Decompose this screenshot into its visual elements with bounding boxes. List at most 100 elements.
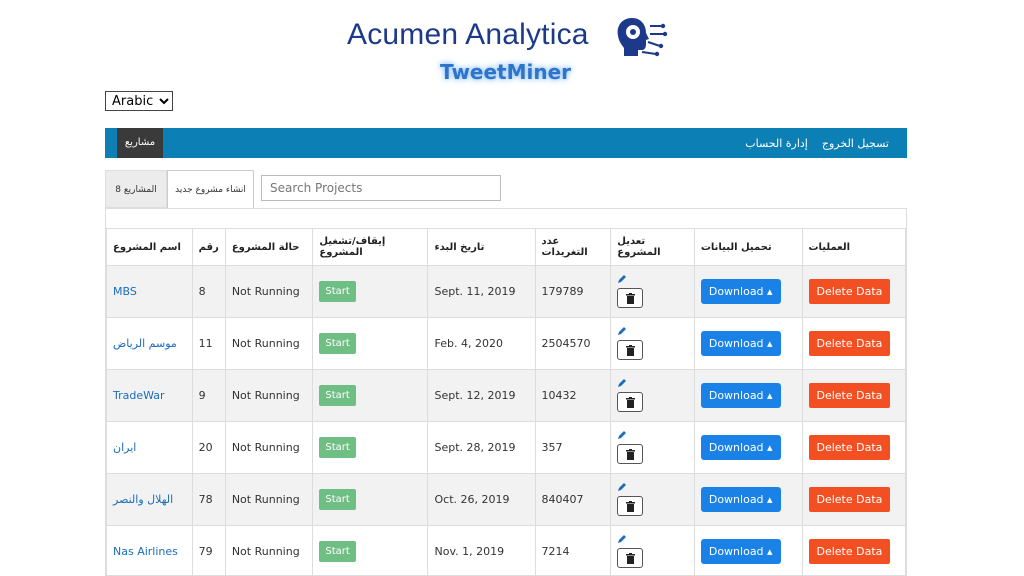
project-name-link[interactable]: Nas Airlines (113, 545, 178, 558)
search-input[interactable] (261, 175, 501, 201)
project-name-cell: MBS (106, 265, 193, 318)
project-status-cell: Not Running (224, 525, 314, 575)
table-row: ايران 20 Not Running Start Sept. 28, 2019 357… (106, 421, 906, 474)
edit-cell (610, 525, 695, 575)
pencil-icon[interactable] (617, 378, 627, 388)
column-header: إيقاف/تشغيل المشروع (312, 228, 429, 266)
project-id-cell: 20 (191, 421, 226, 474)
column-header: حالة المشروع (224, 228, 314, 266)
operations-cell: Delete Data (801, 317, 906, 370)
start-button[interactable]: Start (319, 385, 356, 406)
language-select[interactable]: Arabic (105, 91, 173, 111)
trash-icon (625, 344, 635, 356)
project-id-cell: 78 (191, 473, 226, 526)
tweets-count-cell: 179789 (534, 265, 612, 318)
nav-logout-link[interactable]: تسجيل الخروج (822, 137, 889, 150)
project-name-link[interactable]: TradeWar (113, 389, 165, 402)
project-name-link[interactable]: MBS (113, 285, 137, 298)
delete-data-button[interactable]: Delete Data (808, 539, 891, 564)
table-row: Nas Airlines 79 Not Running Start Nov. 1, 20… (106, 525, 906, 575)
table-header-row: اسم المشروع رقم حالة المشروع إيقاف/تشغيل ال… (106, 228, 906, 266)
nav-projects[interactable]: مشاريع (117, 128, 163, 158)
pencil-icon[interactable] (617, 274, 627, 284)
project-id-cell: 9 (191, 369, 226, 422)
download-button[interactable]: Download ▴ (700, 279, 781, 304)
column-header: اسم المشروع (106, 228, 193, 266)
download-cell: Download ▴ (693, 421, 803, 474)
trash-button[interactable] (617, 288, 644, 308)
project-status-cell: Not Running (224, 473, 314, 526)
start-date-cell: Sept. 12, 2019 (427, 369, 536, 422)
download-label: Download (708, 493, 764, 506)
caret-up-icon: ▴ (767, 493, 773, 506)
project-status-cell: Not Running (224, 265, 314, 318)
download-button[interactable]: Download ▴ (700, 487, 781, 512)
start-button[interactable]: Start (319, 333, 356, 354)
trash-button[interactable] (617, 340, 644, 360)
toggle-cell: Start (312, 473, 429, 526)
table-body: MBS 8 Not Running Start Sept. 11, 2019 179789… (106, 265, 906, 575)
download-cell: Download ▴ (693, 473, 803, 526)
brand-subtitle: TweetMiner (440, 60, 572, 84)
toggle-cell: Start (312, 525, 429, 575)
start-date-cell: Oct. 26, 2019 (427, 473, 536, 526)
operations-cell: Delete Data (801, 473, 906, 526)
pencil-icon[interactable] (617, 430, 627, 440)
project-id-cell: 11 (191, 317, 226, 370)
toggle-cell: Start (312, 369, 429, 422)
trash-button[interactable] (617, 496, 644, 516)
pencil-icon[interactable] (617, 326, 627, 336)
trash-button[interactable] (617, 548, 644, 568)
edit-cell (610, 369, 695, 422)
project-name-link[interactable]: الهلال والنصر (113, 493, 173, 506)
pencil-icon[interactable] (617, 482, 627, 492)
column-header: رقم (191, 228, 226, 266)
trash-icon (625, 500, 635, 512)
caret-up-icon: ▴ (767, 545, 773, 558)
start-button[interactable]: Start (319, 281, 356, 302)
operations-cell: Delete Data (801, 421, 906, 474)
start-button[interactable]: Start (319, 541, 356, 562)
delete-data-button[interactable]: Delete Data (808, 435, 891, 460)
download-button[interactable]: Download ▴ (700, 331, 781, 356)
download-button[interactable]: Download ▴ (700, 539, 781, 564)
trash-button[interactable] (617, 444, 644, 464)
start-button[interactable]: Start (319, 489, 356, 510)
trash-button[interactable] (617, 392, 644, 412)
tab-new-project[interactable]: انشاء مشروع جديد (167, 170, 254, 208)
delete-data-button[interactable]: Delete Data (808, 487, 891, 512)
start-button[interactable]: Start (319, 437, 356, 458)
table-row: موسم الرياض 11 Not Running Start Feb. 4, 202… (106, 317, 906, 370)
project-name-link[interactable]: ايران (113, 441, 136, 454)
download-label: Download (708, 441, 764, 454)
project-id-cell: 8 (191, 265, 226, 318)
project-name-link[interactable]: موسم الرياض (113, 337, 177, 350)
navbar: مشاريع إدارة الحساب تسجيل الخروج (105, 128, 907, 158)
delete-data-button[interactable]: Delete Data (808, 383, 891, 408)
delete-data-button[interactable]: Delete Data (808, 331, 891, 356)
toggle-cell: Start (312, 317, 429, 370)
column-header: تحميل البيانات (693, 228, 803, 266)
brand-title: Acumen Analytica (347, 18, 589, 51)
project-name-cell: ايران (106, 421, 193, 474)
delete-data-button[interactable]: Delete Data (808, 279, 891, 304)
caret-up-icon: ▴ (767, 389, 773, 402)
project-id-cell: 79 (191, 525, 226, 575)
toggle-cell: Start (312, 265, 429, 318)
start-date-cell: Nov. 1, 2019 (427, 525, 536, 575)
pencil-icon[interactable] (617, 534, 627, 544)
download-button[interactable]: Download ▴ (700, 435, 781, 460)
projects-table-container: اسم المشروع رقم حالة المشروع إيقاف/تشغيل ال… (105, 208, 907, 576)
tab-projects[interactable]: 8 المشاريع (105, 170, 167, 208)
toggle-cell: Start (312, 421, 429, 474)
caret-up-icon: ▴ (767, 441, 773, 454)
project-name-cell: Nas Airlines (106, 525, 193, 575)
column-header: تاريخ البدء (427, 228, 536, 266)
project-name-cell: موسم الرياض (106, 317, 193, 370)
download-button[interactable]: Download ▴ (700, 383, 781, 408)
trash-icon (625, 552, 635, 564)
tweets-count-cell: 357 (534, 421, 612, 474)
download-cell: Download ▴ (693, 265, 803, 318)
edit-cell (610, 473, 695, 526)
nav-account-link[interactable]: إدارة الحساب (745, 137, 808, 150)
